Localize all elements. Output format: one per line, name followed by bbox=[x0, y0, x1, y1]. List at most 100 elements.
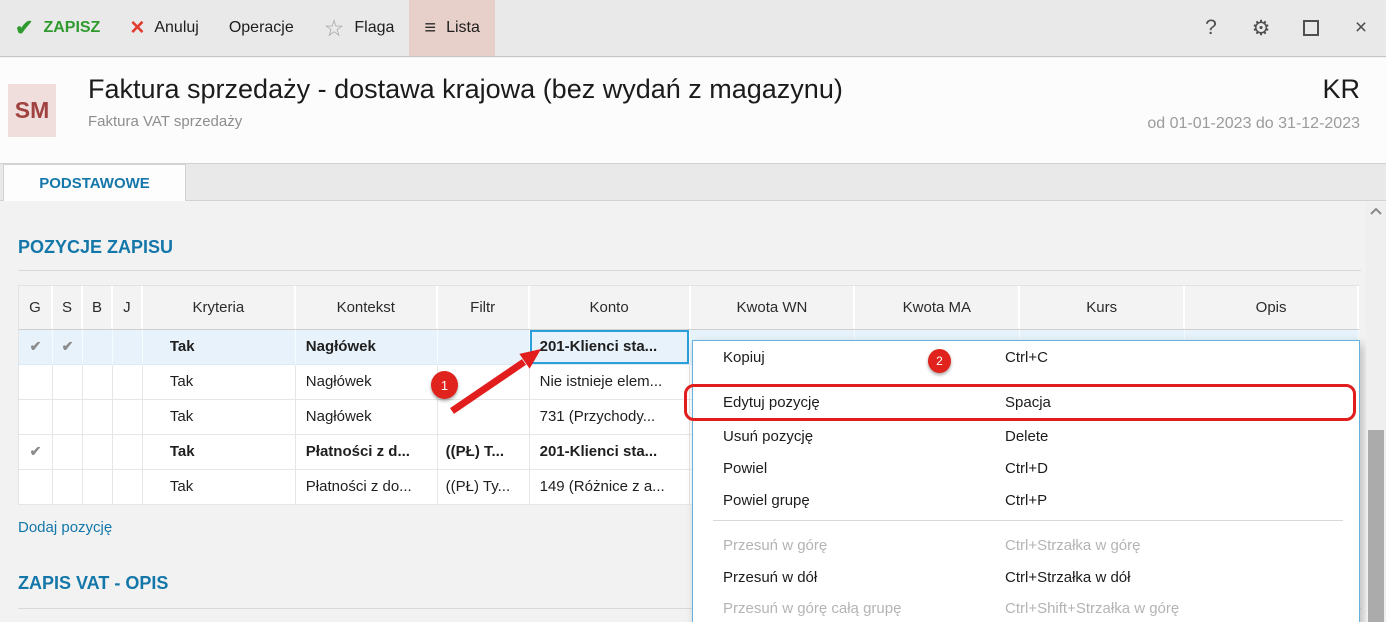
menu-item-label: Usuń pozycję bbox=[723, 428, 814, 445]
list-button[interactable]: ≡ Lista bbox=[409, 0, 495, 56]
grid-cell-j[interactable] bbox=[112, 435, 143, 470]
period-range: od 01-01-2023 do 31-12-2023 bbox=[1147, 115, 1360, 132]
grid-cell-konto[interactable]: 201-Klienci sta... bbox=[529, 435, 691, 470]
check-icon: ✔ bbox=[15, 15, 34, 40]
grid-column-header-kryteria[interactable]: Kryteria bbox=[143, 286, 296, 329]
menu-item-usuń-pozycję[interactable]: Usuń pozycję Delete bbox=[693, 421, 1359, 453]
grid-cell-s[interactable] bbox=[52, 365, 83, 400]
grid-cell-konto[interactable]: 149 (Różnice z a... bbox=[529, 470, 691, 505]
toolbar: ✔ ZAPISZ × Anuluj Operacje ☆ Flaga ≡ Lis… bbox=[0, 0, 1386, 57]
grid-cell-kryteria[interactable]: Tak bbox=[142, 470, 296, 505]
grid-column-header-b[interactable]: B bbox=[83, 286, 113, 329]
save-button[interactable]: ✔ ZAPISZ bbox=[0, 0, 115, 56]
grid-cell-kontekst[interactable]: Płatności z do... bbox=[295, 470, 438, 505]
menu-item-shortcut: Delete bbox=[1005, 428, 1049, 445]
grid-cell-g[interactable] bbox=[19, 365, 53, 400]
grid-column-header-kurs[interactable]: Kurs bbox=[1020, 286, 1186, 329]
menu-item-powiel[interactable]: Powiel Ctrl+D bbox=[693, 453, 1359, 485]
grid-column-header-kwotawn[interactable]: Kwota WN bbox=[691, 286, 856, 329]
document-header: SM Faktura sprzedaży - dostawa krajowa (… bbox=[0, 58, 1386, 164]
tab-bar: PODSTAWOWE bbox=[0, 164, 1386, 201]
menu-item-label: Powiel bbox=[723, 460, 768, 477]
menu-item-shortcut: Spacja bbox=[1005, 394, 1051, 411]
grid-cell-g[interactable] bbox=[19, 400, 53, 435]
menu-item-edytuj-pozycję[interactable]: Edytuj pozycję Spacja bbox=[693, 387, 1359, 419]
grid-cell-b[interactable] bbox=[82, 400, 113, 435]
grid-cell-b[interactable] bbox=[82, 330, 113, 365]
grid-cell-kontekst[interactable]: Nagłówek bbox=[295, 365, 438, 400]
menu-item-przesuń-w-dół[interactable]: Przesuń w dół Ctrl+Strzałka w dół bbox=[693, 562, 1359, 594]
grid-column-header-g[interactable]: G bbox=[19, 286, 53, 329]
grid-cell-kontekst[interactable]: Nagłówek bbox=[295, 400, 438, 435]
grid-column-header-j[interactable]: J bbox=[113, 286, 143, 329]
operations-button-label: Operacje bbox=[228, 19, 294, 36]
grid-cell-konto[interactable]: Nie istnieje elem... bbox=[529, 365, 691, 400]
grid-cell-j[interactable] bbox=[112, 330, 143, 365]
scroll-up-icon[interactable] bbox=[1368, 204, 1384, 220]
grid-column-header-konto[interactable]: Konto bbox=[530, 286, 691, 329]
scrollbar-thumb[interactable] bbox=[1368, 430, 1384, 622]
menu-item-shortcut: Ctrl+D bbox=[1005, 460, 1048, 477]
menu-item-kopiuj[interactable]: Kopiuj Ctrl+C bbox=[693, 342, 1359, 374]
grid-cell-kontekst[interactable]: Nagłówek bbox=[295, 330, 438, 365]
cancel-button-label: Anuluj bbox=[154, 19, 199, 36]
menu-item-shortcut: Ctrl+Shift+Strzałka w górę bbox=[1005, 600, 1180, 617]
grid-cell-s[interactable] bbox=[52, 470, 83, 505]
menu-item-shortcut: Ctrl+P bbox=[1005, 492, 1048, 509]
grid-column-header-s[interactable]: S bbox=[53, 286, 83, 329]
section-title-positions: POZYCJE ZAPISU bbox=[18, 237, 174, 257]
cancel-button[interactable]: × Anuluj bbox=[115, 0, 214, 56]
grid-cell-b[interactable] bbox=[82, 470, 113, 505]
add-position-link[interactable]: Dodaj pozycję bbox=[18, 519, 112, 536]
grid-column-header-filtr[interactable]: Filtr bbox=[438, 286, 530, 329]
grid-cell-j[interactable] bbox=[112, 365, 143, 400]
flag-button-label: Flaga bbox=[354, 19, 395, 36]
context-menu: Kopiuj Ctrl+C Edytuj pozycję Spacja Usuń poz… bbox=[692, 340, 1360, 622]
section-title-vat: ZAPIS VAT - OPIS bbox=[18, 573, 169, 593]
gear-icon: ⚙ bbox=[1251, 16, 1271, 40]
settings-button[interactable]: ⚙ bbox=[1236, 0, 1286, 56]
grid-cell-g[interactable]: ✔ bbox=[19, 330, 53, 365]
grid-cell-konto[interactable]: 201-Klienci sta... bbox=[529, 330, 691, 365]
x-icon: × bbox=[130, 14, 145, 41]
grid-header-row: G S B J Kryteria Kontekst Filtr Konto Kwota WN Kw… bbox=[19, 285, 1360, 330]
page-title: Faktura sprzedaży - dostawa krajowa (bez… bbox=[88, 74, 843, 104]
list-button-label: Lista bbox=[446, 19, 480, 36]
grid-cell-filtr[interactable]: ((PŁ) T... bbox=[437, 435, 530, 470]
menu-item-label: Przesuń w górę całą grupę bbox=[723, 600, 902, 617]
grid-column-header-opis[interactable]: Opis bbox=[1185, 286, 1360, 329]
flag-button[interactable]: ☆ Flaga bbox=[309, 0, 410, 56]
grid-cell-s[interactable] bbox=[52, 435, 83, 470]
menu-item-shortcut: Ctrl+Strzałka w górę bbox=[1005, 537, 1141, 554]
grid-cell-kryteria[interactable]: Tak bbox=[142, 365, 296, 400]
operations-button[interactable]: Operacje bbox=[214, 0, 309, 56]
page-subtitle: Faktura VAT sprzedaży bbox=[88, 113, 243, 130]
grid-column-header-kwotama[interactable]: Kwota MA bbox=[855, 286, 1021, 329]
grid-cell-j[interactable] bbox=[112, 400, 143, 435]
grid-cell-filtr[interactable] bbox=[437, 330, 530, 365]
grid-cell-kontekst[interactable]: Płatności z d... bbox=[295, 435, 438, 470]
grid-cell-b[interactable] bbox=[82, 365, 113, 400]
grid-cell-s[interactable] bbox=[52, 400, 83, 435]
menu-item-powiel-grupę[interactable]: Powiel grupę Ctrl+P bbox=[693, 485, 1359, 517]
grid-cell-konto[interactable]: 731 (Przychody... bbox=[529, 400, 691, 435]
grid-cell-g[interactable] bbox=[19, 470, 53, 505]
grid-cell-filtr[interactable]: ((PŁ) Ty... bbox=[437, 470, 530, 505]
grid-cell-kryteria[interactable]: Tak bbox=[142, 435, 296, 470]
module-badge: SM bbox=[8, 84, 56, 137]
grid-cell-s[interactable]: ✔ bbox=[52, 330, 83, 365]
grid-cell-kryteria[interactable]: Tak bbox=[142, 330, 296, 365]
close-button[interactable]: × bbox=[1336, 0, 1386, 56]
menu-item-label: Edytuj pozycję bbox=[723, 394, 820, 411]
help-button[interactable]: ? bbox=[1186, 0, 1236, 56]
grid-cell-kryteria[interactable]: Tak bbox=[142, 400, 296, 435]
grid-column-header-kontekst[interactable]: Kontekst bbox=[296, 286, 438, 329]
grid-cell-b[interactable] bbox=[82, 435, 113, 470]
grid-cell-filtr[interactable] bbox=[437, 400, 530, 435]
grid-cell-j[interactable] bbox=[112, 470, 143, 505]
grid-cell-g[interactable]: ✔ bbox=[19, 435, 53, 470]
tab-podstawowe[interactable]: PODSTAWOWE bbox=[3, 164, 186, 201]
star-icon: ☆ bbox=[323, 14, 345, 41]
maximize-button[interactable] bbox=[1286, 0, 1336, 56]
grid-cell-filtr[interactable] bbox=[437, 365, 530, 400]
